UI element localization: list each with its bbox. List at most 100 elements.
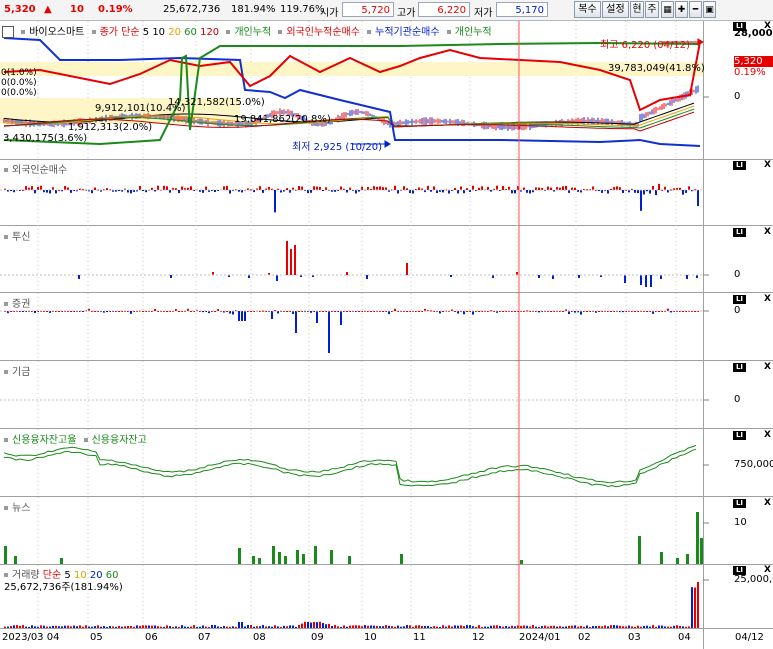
left-tick-2: 0(0.0%): [1, 78, 37, 88]
trust-net-bar: [538, 275, 540, 278]
pane-settings-button[interactable]: LI: [733, 228, 746, 237]
volume-bar: [91, 626, 93, 628]
foreign-net-bar: [25, 186, 27, 190]
foreign-net-bar: [286, 188, 288, 190]
news-bar: [676, 558, 679, 564]
news-pane-title[interactable]: 뉴스: [12, 503, 30, 514]
securities-net-bar: [430, 310, 432, 312]
volume-bar: [70, 626, 72, 628]
legend-foreign[interactable]: 외국인누적순매수: [286, 27, 360, 38]
trust-net-bar: [366, 275, 368, 279]
legend-institution[interactable]: 누적기관순매수: [375, 27, 439, 38]
pane-close-button[interactable]: X: [763, 363, 772, 372]
volume-bar: [520, 625, 522, 628]
volume-bar: [175, 626, 177, 628]
trust-net-bar: [170, 275, 172, 278]
foreign-net-bar: [181, 186, 183, 190]
foreign-net-bar: [226, 185, 228, 190]
securities-net-bar: [118, 311, 120, 312]
pane-close-button[interactable]: X: [763, 295, 772, 304]
stock-name[interactable]: 바이오스마트: [29, 27, 84, 38]
pane-close-button[interactable]: X: [763, 161, 772, 170]
volume-bar: [604, 625, 606, 628]
volume-bar: [373, 625, 375, 628]
pane-settings-button[interactable]: LI: [733, 295, 746, 304]
volume-bar: [538, 626, 540, 628]
foreign-net-bar: [139, 185, 141, 190]
securities-net-bar: [514, 311, 516, 312]
volume-bar: [658, 625, 660, 628]
volume-bar: [277, 626, 279, 628]
volume-bar: [526, 625, 528, 628]
foreign-net-bar: [598, 190, 600, 191]
volume-bar: [640, 626, 642, 628]
volume-bar: [409, 625, 411, 628]
volume-bar: [421, 626, 423, 628]
volume-bar: [583, 626, 585, 628]
foreign-net-bar: [430, 190, 432, 192]
volume-bar: [148, 625, 150, 628]
pane-close-button[interactable]: X: [763, 499, 772, 508]
pane-settings-button[interactable]: LI: [733, 22, 746, 31]
pane-close-button[interactable]: X: [763, 22, 772, 31]
chart-canvas[interactable]: [0, 0, 773, 649]
volume-bar: [85, 625, 87, 628]
pane-settings-button[interactable]: LI: [733, 566, 746, 575]
volume-bar: [295, 626, 297, 628]
volume-bar: [571, 625, 573, 628]
annotation-3430175: 3,430,175(3.6%): [3, 133, 88, 144]
trust-pane-title[interactable]: 투신: [12, 232, 30, 243]
securities-net-bar: [322, 311, 324, 312]
securities-pane-title[interactable]: 증권: [12, 299, 30, 310]
volume-bar: [304, 621, 306, 628]
pane-close-button[interactable]: X: [763, 566, 772, 575]
pane-settings-button[interactable]: LI: [733, 499, 746, 508]
volume-bar: [124, 626, 126, 628]
news-bar: [302, 554, 305, 564]
volume-bar: [115, 626, 117, 628]
pane-settings-button[interactable]: LI: [733, 161, 746, 170]
trust-net-bar: [645, 275, 647, 287]
pane-settings-button[interactable]: LI: [733, 363, 746, 372]
stock-select-icon[interactable]: [2, 26, 14, 38]
foreign-net-bar: [547, 186, 549, 190]
ma-5[interactable]: 5: [143, 27, 149, 38]
foreign-net-bar: [298, 185, 300, 190]
foreign-net-bar: [205, 186, 207, 190]
ma-120[interactable]: 120: [200, 27, 219, 38]
securities-net-bar: [10, 311, 12, 312]
pane-close-button[interactable]: X: [763, 431, 772, 440]
foreign-net-bar: [94, 187, 96, 190]
volume-bar: [451, 626, 453, 628]
securities-net-bars: [4, 308, 699, 353]
foreign-pane-title[interactable]: 외국인순매수: [12, 165, 67, 176]
ma-20[interactable]: 20: [168, 27, 181, 38]
volume-bar: [577, 626, 579, 628]
credit-balance-title[interactable]: 신용융자잔고: [92, 435, 147, 446]
pane-close-button[interactable]: X: [763, 228, 772, 237]
securities-net-bar: [442, 311, 444, 312]
credit-ratio-title[interactable]: 신용융자잔고율: [12, 435, 76, 446]
trust-net-bars: [78, 241, 698, 287]
foreign-net-bar: [379, 186, 381, 190]
pane-settings-button[interactable]: LI: [733, 431, 746, 440]
ma-10[interactable]: 10: [152, 27, 165, 38]
volume-bar: [79, 625, 81, 628]
foreign-net-bar: [550, 187, 552, 190]
foreign-net-bar: [478, 187, 480, 190]
pension-pane-title[interactable]: 기금: [12, 367, 30, 378]
securities-net-bar: [241, 311, 243, 321]
ma-title[interactable]: 종가 단순: [100, 27, 140, 38]
foreign-net-bar: [58, 189, 60, 191]
securities-net-bar: [262, 310, 264, 312]
securities-net-bar: [418, 311, 420, 312]
foreign-net-bar: [316, 186, 318, 190]
legend-individual[interactable]: 개인누적: [234, 27, 271, 38]
x-axis-label: 07: [198, 632, 211, 643]
ma-60[interactable]: 60: [184, 27, 197, 38]
trust-net-bar: [640, 275, 642, 285]
legend-individual-2[interactable]: 개인누적: [455, 27, 492, 38]
securities-net-bar: [382, 311, 384, 312]
credit-axis-value: 750,000: [734, 459, 773, 470]
securities-net-bar: [580, 311, 582, 315]
